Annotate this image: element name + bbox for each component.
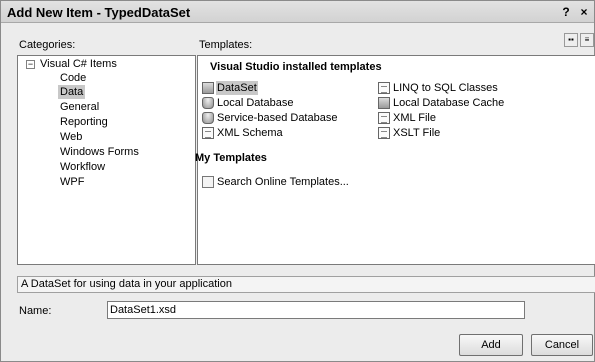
template-local-database-cache[interactable]: Local Database Cache — [378, 96, 505, 110]
database-icon — [202, 112, 214, 124]
linq-icon — [378, 82, 390, 94]
category-workflow[interactable]: Workflow — [58, 160, 107, 174]
tree-node-label: Visual C# Items — [40, 58, 117, 70]
category-windows-forms[interactable]: Windows Forms — [58, 145, 141, 159]
close-button[interactable]: × — [576, 4, 592, 20]
small-icons-view-button[interactable]: ≡ — [580, 33, 594, 47]
category-wpf[interactable]: WPF — [58, 175, 86, 189]
add-new-item-dialog: Add New Item - TypedDataSet ? × Categori… — [0, 0, 595, 362]
xml-file-icon — [378, 112, 390, 124]
templates-label: Templates: — [199, 39, 253, 51]
template-linq-to-sql-classes[interactable]: LINQ to SQL Classes — [378, 81, 499, 95]
title-buttons: ? × — [558, 4, 592, 20]
cache-icon — [378, 97, 390, 109]
tree-node-visual-csharp-items[interactable]: − Visual C# Items — [26, 58, 117, 70]
template-label: Local Database — [217, 97, 294, 109]
categories-tree[interactable]: − Visual C# Items Code Data General Repo… — [17, 55, 196, 265]
search-online-icon — [202, 176, 214, 188]
installed-templates-header: Visual Studio installed templates — [210, 61, 382, 73]
add-button[interactable]: Add — [459, 334, 523, 356]
category-data[interactable]: Data — [58, 85, 86, 99]
template-description: A DataSet for using data in your applica… — [17, 276, 595, 293]
category-general[interactable]: General — [58, 100, 101, 114]
template-label: XSLT File — [393, 127, 441, 139]
template-label: DataSet — [216, 81, 258, 95]
category-reporting[interactable]: Reporting — [58, 115, 110, 129]
template-label: XML File — [393, 112, 436, 124]
name-label: Name: — [19, 305, 52, 317]
template-xml-file[interactable]: XML File — [378, 111, 437, 125]
xslt-file-icon — [378, 127, 390, 139]
template-xml-schema[interactable]: XML Schema — [202, 126, 284, 140]
template-dataset[interactable]: DataSet — [202, 81, 258, 95]
template-search-online[interactable]: Search Online Templates... — [202, 175, 350, 189]
title-bar[interactable]: Add New Item - TypedDataSet ? × — [1, 1, 594, 23]
large-icons-view-button[interactable]: ▪▪ — [564, 33, 578, 47]
help-button[interactable]: ? — [558, 4, 574, 20]
category-web[interactable]: Web — [58, 130, 84, 144]
database-icon — [202, 97, 214, 109]
view-toggle: ▪▪ ≡ — [564, 33, 594, 47]
name-input[interactable] — [107, 301, 525, 319]
template-service-based-database[interactable]: Service-based Database — [202, 111, 338, 125]
template-local-database[interactable]: Local Database — [202, 96, 294, 110]
template-xslt-file[interactable]: XSLT File — [378, 126, 441, 140]
my-templates-header: My Templates — [195, 152, 267, 164]
template-label: Search Online Templates... — [217, 176, 349, 188]
schema-icon — [202, 127, 214, 139]
cancel-button[interactable]: Cancel — [531, 334, 593, 356]
window-title: Add New Item - TypedDataSet — [7, 5, 191, 20]
collapse-icon[interactable]: − — [26, 59, 35, 69]
template-label: XML Schema — [217, 127, 283, 139]
templates-list[interactable]: Visual Studio installed templates DataSe… — [195, 55, 595, 265]
template-label: Service-based Database — [217, 112, 338, 124]
template-label: LINQ to SQL Classes — [393, 82, 498, 94]
template-label: Local Database Cache — [393, 97, 505, 109]
categories-label: Categories: — [19, 39, 76, 51]
category-code[interactable]: Code — [58, 71, 88, 85]
dataset-icon — [202, 82, 214, 94]
